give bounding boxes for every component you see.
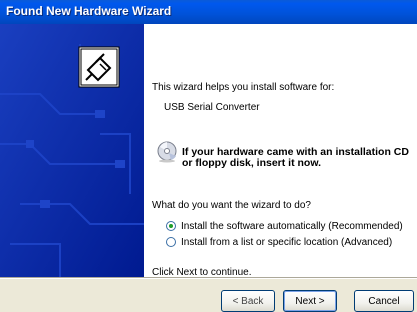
cd-note-line2: or floppy disk, insert it now.: [182, 157, 322, 169]
next-button[interactable]: Next >: [283, 290, 337, 312]
option-advanced[interactable]: Install from a list or specific location…: [166, 235, 392, 249]
hardware-install-icon: [78, 46, 120, 88]
button-separator: [0, 277, 417, 279]
title-bar[interactable]: Found New Hardware Wizard: [0, 0, 417, 24]
cd-note: If your hardware came with an installati…: [182, 147, 409, 169]
option-automatic-label[interactable]: Install the software automatically (Reco…: [181, 221, 403, 232]
option-advanced-label[interactable]: Install from a list or specific location…: [181, 237, 392, 248]
cd-icon: [156, 141, 178, 168]
wizard-side-panel: [0, 24, 144, 277]
radio-advanced[interactable]: [166, 237, 176, 247]
radio-automatic[interactable]: [166, 221, 176, 231]
question-text: What do you want the wizard to do?: [152, 200, 311, 211]
option-automatic[interactable]: Install the software automatically (Reco…: [166, 219, 403, 233]
wizard-content: This wizard helps you install software f…: [144, 24, 417, 278]
window-title: Found New Hardware Wizard: [6, 4, 172, 18]
cancel-button[interactable]: Cancel: [354, 290, 414, 312]
wizard-window: Found New Hardware Wizard This wizard he…: [0, 0, 417, 312]
back-button[interactable]: < Back: [221, 290, 275, 312]
intro-text: This wizard helps you install software f…: [152, 82, 335, 93]
side-panel-graphic: [0, 24, 144, 277]
device-name: USB Serial Converter: [164, 102, 260, 113]
